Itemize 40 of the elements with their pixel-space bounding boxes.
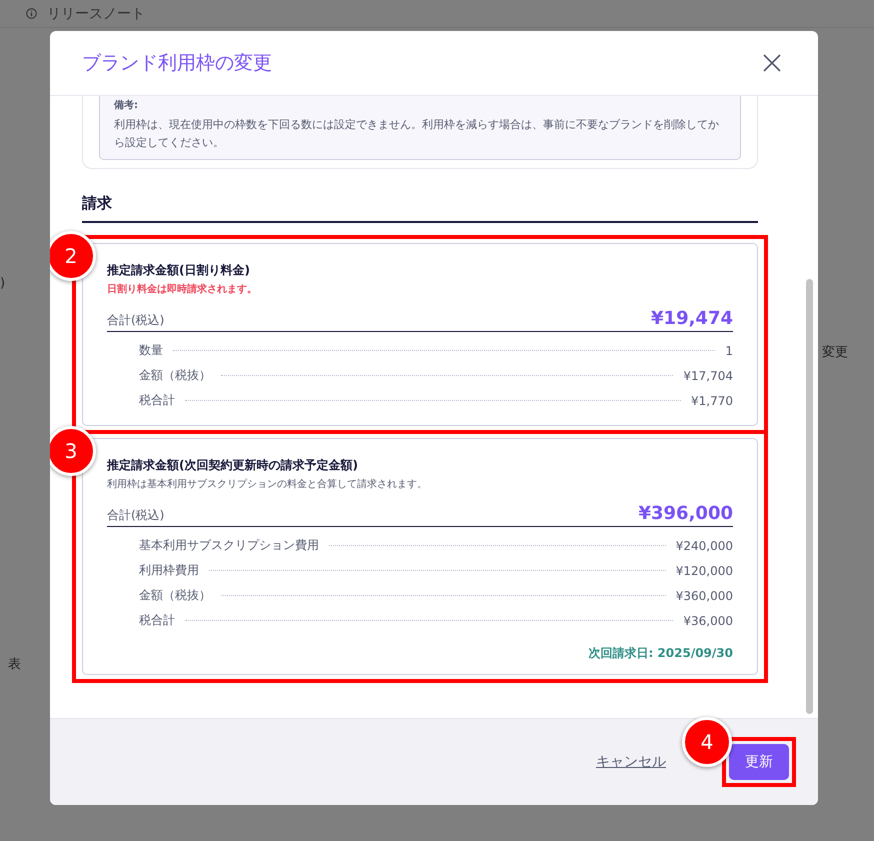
step-marker: 2 bbox=[50, 231, 96, 281]
info-icon bbox=[26, 8, 37, 19]
background-text: ) bbox=[0, 276, 6, 291]
line-label: 基本利用サブスクリプション費用 bbox=[139, 537, 319, 554]
next-billing-date: 次回請求日: 2025/09/30 bbox=[587, 645, 733, 662]
line-label: 利用枠費用 bbox=[139, 562, 199, 579]
note-label: 備考: bbox=[114, 98, 139, 112]
line-label: 数量 bbox=[139, 342, 163, 359]
scrollbar[interactable] bbox=[806, 279, 813, 714]
step-marker: 3 bbox=[50, 426, 96, 476]
line-amount: ¥240,000 bbox=[676, 538, 733, 552]
line-amount: ¥1,770 bbox=[691, 394, 733, 408]
note-text: 利用枠は、現在使用中の枠数を下回る数には設定できません。利用枠を減らす場合は、事前に不要なブランドを削除してから設定してください。 bbox=[114, 117, 720, 151]
line-amount: ¥17,704 bbox=[683, 368, 733, 382]
step-marker: 4 bbox=[682, 717, 732, 767]
estimate-title: 推定請求金額(次回契約更新時の請求予定金額) bbox=[107, 457, 359, 474]
line-label: 金額（税抜） bbox=[139, 587, 211, 604]
total-label: 合計(税込) bbox=[107, 312, 164, 329]
line-amount: ¥36,000 bbox=[683, 614, 733, 628]
background-text: 変更 bbox=[822, 344, 848, 361]
estimate-note: 日割り料金は即時請求されます。 bbox=[107, 282, 258, 296]
total-amount: ¥396,000 bbox=[638, 503, 733, 524]
background-text: 表 bbox=[8, 656, 21, 673]
dialog-title: ブランド利用枠の変更 bbox=[82, 51, 272, 76]
line-amount: ¥360,000 bbox=[676, 588, 733, 602]
line-amount: ¥120,000 bbox=[676, 564, 733, 578]
line-label: 税合計 bbox=[139, 612, 175, 629]
line-amount: 1 bbox=[725, 344, 733, 358]
section-heading: 請求 bbox=[82, 194, 758, 223]
line-label: 税合計 bbox=[139, 392, 175, 409]
menu-item[interactable]: リリースノート bbox=[47, 4, 145, 22]
estimate-title: 推定請求金額(日割り料金) bbox=[107, 262, 251, 279]
cancel-link[interactable]: キャンセル bbox=[596, 753, 666, 771]
total-label: 合計(税込) bbox=[107, 507, 164, 524]
estimate-note: 利用枠は基本利用サブスクリプションの料金と合算して請求されます。 bbox=[107, 478, 428, 491]
update-button[interactable]: 更新 bbox=[729, 744, 789, 780]
close-icon bbox=[762, 53, 782, 73]
close-button[interactable] bbox=[762, 53, 782, 73]
line-label: 金額（税抜） bbox=[139, 367, 211, 384]
total-amount: ¥19,474 bbox=[651, 308, 733, 329]
